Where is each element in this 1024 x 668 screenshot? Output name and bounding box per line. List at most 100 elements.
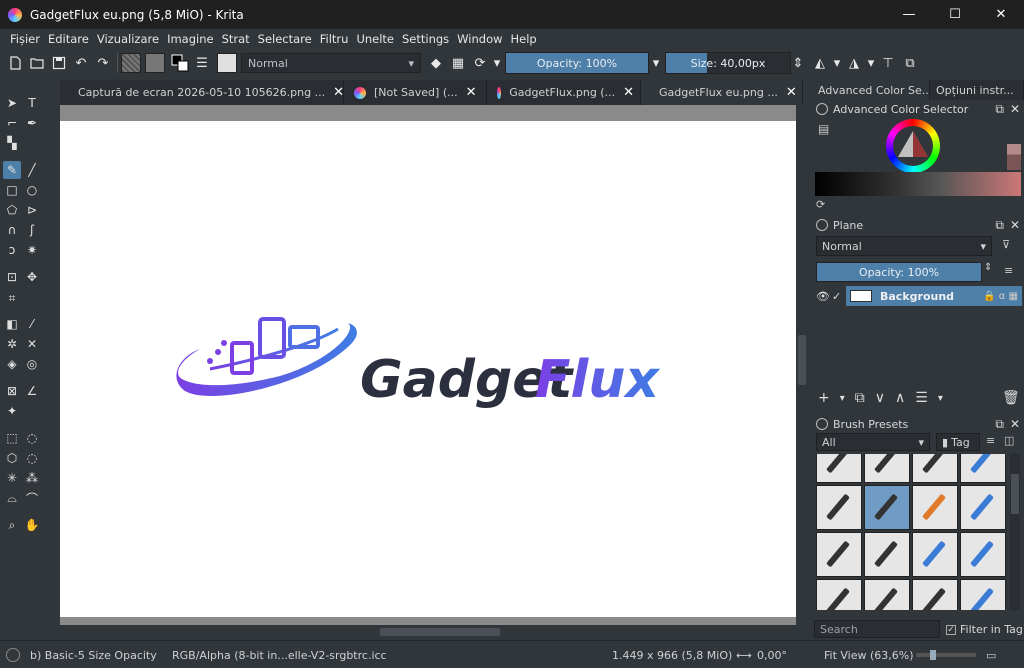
chevron-down-icon[interactable]: ▾ (840, 393, 845, 404)
monitor-icon[interactable]: ▭ (986, 649, 996, 662)
menu-select[interactable]: Selectare (254, 32, 316, 46)
float-icon[interactable]: ⧉ (995, 218, 1004, 233)
open-folder-icon[interactable] (26, 52, 48, 74)
polygon-select-icon[interactable]: ⬡ (3, 449, 21, 467)
calligraphy-icon[interactable]: ✒ (23, 114, 41, 132)
undo-icon[interactable]: ↶ (70, 52, 92, 74)
tab-advanced-color[interactable]: Advanced Color Se... (812, 80, 930, 100)
menu-filter[interactable]: Filtru (316, 32, 353, 46)
brush-preset-item[interactable] (864, 485, 910, 530)
polyline-tool-icon[interactable]: ⊳ (23, 201, 41, 219)
measure-tool-icon[interactable]: ∠ (23, 382, 41, 400)
edit-shapes-icon[interactable]: ⌐ (3, 114, 21, 132)
close-icon[interactable]: ✕ (333, 85, 344, 100)
menu-file[interactable]: Fișier (6, 32, 44, 46)
brush-preset-item[interactable] (960, 532, 1006, 577)
assistant-tool-icon[interactable]: ⊠ (3, 382, 21, 400)
gradient-swatch[interactable] (121, 53, 141, 73)
chevron-down-icon[interactable]: ▾ (831, 52, 843, 74)
bezier-select-icon[interactable]: ⌓ (3, 489, 21, 507)
close-icon[interactable]: ✕ (1010, 218, 1020, 233)
reference-tool-icon[interactable]: ✦ (3, 402, 21, 420)
eye-icon[interactable]: 👁 (816, 290, 830, 303)
brush-preset-item[interactable] (816, 579, 862, 610)
ellipse-select-icon[interactable]: ◌ (23, 429, 41, 447)
minimize-button[interactable]: — (886, 0, 932, 29)
filter-in-tag-checkbox[interactable]: ✓ Filter in Tag (946, 623, 1023, 636)
save-icon[interactable] (48, 52, 70, 74)
settings-icon[interactable]: ▤ (818, 122, 829, 136)
tab-document-2[interactable]: [Not Saved] (... ✕ (344, 80, 487, 105)
layer-row-background[interactable]: 👁 ✓ Background 🔒 α ▦ (816, 286, 1022, 306)
brush-preset-item[interactable] (912, 532, 958, 577)
float-icon[interactable]: ⧉ (995, 417, 1004, 432)
freehand-brush-icon[interactable]: ✎ (3, 161, 21, 179)
add-layer-icon[interactable]: + (818, 390, 830, 406)
brush-preset-item[interactable] (864, 454, 910, 483)
mirror-horizontal-icon[interactable]: ◭ (809, 52, 831, 74)
contiguous-select-icon[interactable]: ✳ (3, 469, 21, 487)
menu-help[interactable]: Help (507, 32, 541, 46)
enclose-fill-icon[interactable]: ◎ (23, 355, 41, 373)
canvas-area[interactable]: Gadget Flux (60, 105, 796, 625)
chevron-down-icon[interactable]: ▾ (649, 52, 663, 74)
close-icon[interactable]: ✕ (1010, 417, 1020, 432)
ellipse-tool-icon[interactable]: ○ (23, 181, 41, 199)
color-history-strip[interactable] (1007, 118, 1021, 170)
brush-preset-item[interactable] (816, 485, 862, 530)
brush-preset-item[interactable] (816, 454, 862, 483)
menu-tools[interactable]: Unelte (352, 32, 398, 46)
magnetic-select-icon[interactable]: ⌒ (23, 489, 41, 507)
layer-blend-select[interactable]: Normal ▾ (816, 236, 992, 256)
color-picker-icon[interactable]: ⁄ (23, 315, 41, 333)
brush-filter-select[interactable]: All ▾ (816, 433, 930, 451)
horizontal-scrollbar[interactable] (60, 625, 796, 639)
gradient-tool-icon[interactable]: ◧ (3, 315, 21, 333)
brush-preset-item[interactable] (912, 454, 958, 483)
fill-tool-icon[interactable]: ◈ (3, 355, 21, 373)
brush-preset-item[interactable] (960, 454, 1006, 483)
close-icon[interactable]: ✕ (1010, 102, 1020, 117)
select-shapes-icon[interactable]: ➤ (3, 94, 21, 112)
text-tool-icon[interactable]: T (23, 94, 41, 112)
rect-select-icon[interactable]: ⬚ (3, 429, 21, 447)
transform-tool-icon[interactable]: ⊡ (3, 268, 21, 286)
close-icon[interactable]: ✕ (623, 85, 634, 100)
multibrush-icon[interactable]: ✷ (23, 241, 41, 259)
colorize-mask-icon[interactable]: ✲ (3, 335, 21, 353)
menu-window[interactable]: Window (453, 32, 506, 46)
crop-tool-icon[interactable]: ⌗ (3, 289, 21, 307)
close-icon[interactable]: ✕ (466, 85, 477, 100)
brush-scrollbar[interactable] (1010, 454, 1020, 610)
brush-tag-button[interactable]: ▮ Tag (936, 433, 980, 451)
dynamic-brush-icon[interactable]: ↄ (3, 241, 21, 259)
chevron-down-icon[interactable]: ▾ (865, 52, 877, 74)
line-tool-icon[interactable]: ╱ (23, 161, 41, 179)
color-wheel[interactable] (886, 119, 940, 173)
move-up-icon[interactable]: ∧ (895, 390, 905, 406)
tab-document-4[interactable]: GadgetFlux eu.png ... ✕ (641, 80, 803, 105)
tab-tool-options[interactable]: Opțiuni instr... (930, 80, 1024, 100)
menu-edit[interactable]: Editare (44, 32, 93, 46)
brush-preset-item[interactable] (960, 485, 1006, 530)
size-slider[interactable]: Size: 40,00px (665, 52, 791, 74)
move-down-icon[interactable]: ∨ (875, 390, 885, 406)
brush-preset-item[interactable] (912, 579, 958, 610)
delete-layer-icon[interactable]: 🗑 (1002, 390, 1020, 406)
layer-properties-icon[interactable]: ☰ (915, 390, 928, 406)
status-zoom[interactable]: Fit View (63,6%) (824, 649, 914, 662)
brush-preset-thumb[interactable] (217, 53, 237, 73)
scrollbar-thumb[interactable] (380, 628, 500, 636)
duplicate-layer-icon[interactable]: ⧉ (855, 390, 865, 406)
checkmark-icon[interactable]: ✓ (832, 290, 846, 303)
pattern-swatch[interactable] (145, 53, 165, 73)
brush-settings-icon[interactable]: ☰ (191, 52, 213, 74)
brush-search-input[interactable]: Search (814, 620, 940, 638)
brush-preset-item[interactable] (912, 485, 958, 530)
refresh-icon[interactable]: ⟳ (816, 198, 825, 211)
opacity-slider[interactable]: Opacity: 100% (505, 52, 649, 74)
vertical-scrollbar[interactable] (796, 105, 808, 625)
layer-opacity-slider[interactable]: Opacity: 100% (816, 262, 982, 282)
shade-selector[interactable] (815, 172, 1021, 196)
scrollbar-thumb[interactable] (798, 335, 806, 385)
